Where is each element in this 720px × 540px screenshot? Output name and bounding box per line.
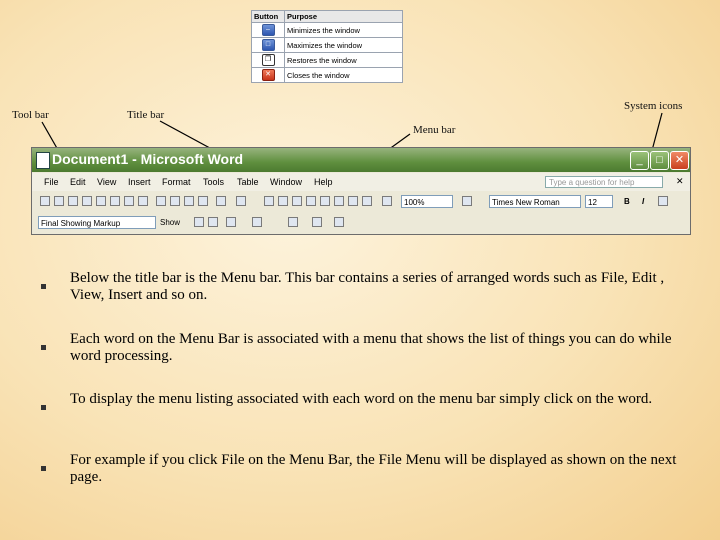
next-change-icon[interactable] [208, 217, 218, 227]
bullet-marker [41, 405, 46, 410]
menu-bar: File Edit View Insert Format Tools Table… [32, 173, 690, 191]
bullet-marker [41, 345, 46, 350]
standard-toolbar: 100% Times New Roman 12 B I [32, 192, 690, 212]
spelling-icon[interactable] [138, 196, 148, 206]
format-painter-icon[interactable] [198, 196, 208, 206]
hyperlink-icon[interactable] [264, 196, 274, 206]
insert-table-icon[interactable] [292, 196, 302, 206]
tables-borders-icon[interactable] [278, 196, 288, 206]
menu-file[interactable]: File [44, 177, 59, 187]
menu-view[interactable]: View [97, 177, 116, 187]
permission-icon[interactable] [82, 196, 92, 206]
reviewing-pane-icon[interactable] [334, 217, 344, 227]
reviewing-toolbar: Final Showing Markup Show [32, 213, 690, 233]
zoom-select[interactable]: 100% [401, 195, 453, 208]
new-document-icon[interactable] [40, 196, 50, 206]
italic-button[interactable]: I [642, 197, 644, 206]
markup-select[interactable]: Final Showing Markup [38, 216, 156, 229]
font-size-select[interactable]: 12 [585, 195, 613, 208]
bullet-text-1: Below the title bar is the Menu bar. Thi… [70, 270, 665, 303]
read-icon[interactable] [382, 196, 392, 206]
undo-icon[interactable] [216, 196, 226, 206]
email-icon[interactable] [96, 196, 106, 206]
bullet-marker [41, 466, 46, 471]
help-icon[interactable] [462, 196, 472, 206]
menu-help[interactable]: Help [314, 177, 333, 187]
track-changes-icon[interactable] [312, 217, 322, 227]
word-document-icon [36, 152, 50, 169]
word-window-screenshot: Document1 - Microsoft Word _ □ ✕ File Ed… [31, 147, 691, 235]
close-button[interactable]: ✕ [670, 151, 689, 170]
open-icon[interactable] [54, 196, 64, 206]
new-comment-icon[interactable] [288, 217, 298, 227]
title-bar: Document1 - Microsoft Word _ □ ✕ [32, 148, 690, 172]
paste-icon[interactable] [184, 196, 194, 206]
font-select[interactable]: Times New Roman [489, 195, 581, 208]
menu-format[interactable]: Format [162, 177, 191, 187]
bullet-text-4: For example if you click File on the Men… [70, 452, 677, 485]
save-icon[interactable] [68, 196, 78, 206]
cut-icon[interactable] [156, 196, 166, 206]
insert-excel-icon[interactable] [306, 196, 316, 206]
menu-insert[interactable]: Insert [128, 177, 151, 187]
bullet-text-2: Each word on the Menu Bar is associated … [70, 331, 672, 364]
document-map-icon[interactable] [348, 196, 358, 206]
bold-button[interactable]: B [624, 197, 630, 206]
show-menu[interactable]: Show [160, 218, 180, 227]
previous-change-icon[interactable] [194, 217, 204, 227]
drawing-icon[interactable] [334, 196, 344, 206]
window-title: Document1 - Microsoft Word [52, 151, 244, 167]
print-icon[interactable] [110, 196, 120, 206]
toolbar-options-icon[interactable] [658, 196, 668, 206]
print-preview-icon[interactable] [124, 196, 134, 206]
menu-tools[interactable]: Tools [203, 177, 224, 187]
minimize-button[interactable]: _ [630, 151, 649, 170]
bullet-text-3: To display the menu listing associated w… [70, 391, 653, 407]
menu-edit[interactable]: Edit [70, 177, 86, 187]
menu-table[interactable]: Table [237, 177, 259, 187]
maximize-button[interactable]: □ [650, 151, 669, 170]
redo-icon[interactable] [236, 196, 246, 206]
accept-change-icon[interactable] [226, 217, 236, 227]
help-question-input[interactable]: Type a question for help [545, 176, 663, 188]
show-hide-icon[interactable] [362, 196, 372, 206]
menu-close-icon[interactable]: ✕ [676, 176, 684, 187]
columns-icon[interactable] [320, 196, 330, 206]
menu-window[interactable]: Window [270, 177, 302, 187]
bullet-marker [41, 284, 46, 289]
reject-change-icon[interactable] [252, 217, 262, 227]
copy-icon[interactable] [170, 196, 180, 206]
